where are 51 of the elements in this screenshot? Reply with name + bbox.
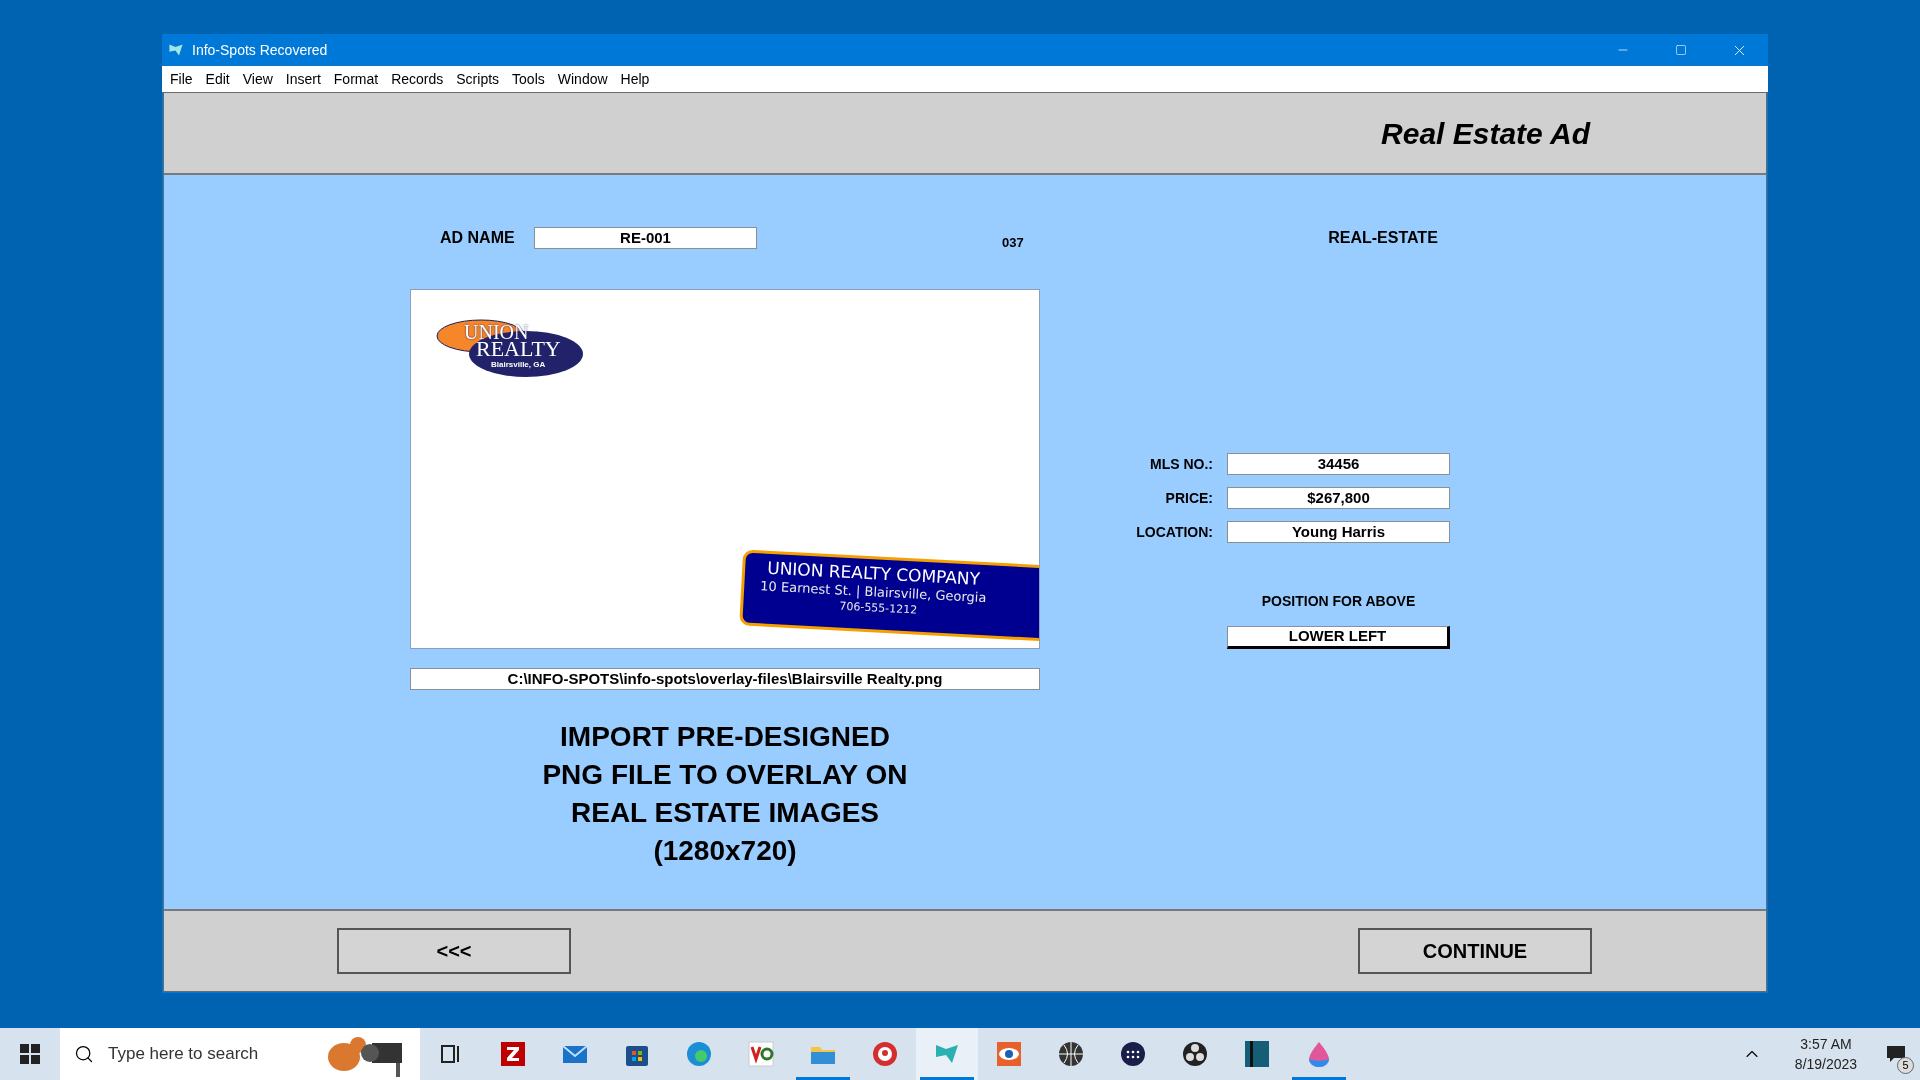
text-field[interactable]: Young Harris — [1227, 521, 1450, 543]
notification-button[interactable]: 5 — [1872, 1028, 1920, 1080]
instruction-text: REAL ESTATE IMAGES — [571, 796, 879, 830]
menu-item[interactable]: File — [170, 68, 193, 90]
app-icon[interactable] — [1118, 1039, 1148, 1069]
maximize-icon — [1675, 44, 1687, 56]
menu-item[interactable]: View — [242, 68, 273, 90]
eye-icon[interactable] — [994, 1039, 1024, 1069]
continue-button[interactable]: CONTINUE — [1358, 928, 1592, 974]
field-label: PRICE: — [1164, 488, 1213, 508]
search-field[interactable]: Type here to search — [60, 1028, 420, 1080]
menu-item[interactable]: Help — [620, 68, 650, 90]
field-label: MLS NO.: — [1149, 454, 1213, 474]
position-label: POSITION FOR ABOVE — [1260, 592, 1417, 611]
text-field[interactable]: 34456 — [1227, 453, 1450, 475]
notification-count: 5 — [1897, 1057, 1914, 1074]
running-indicator — [1292, 1077, 1346, 1080]
text-field[interactable]: $267,800 — [1227, 487, 1450, 509]
menu-item[interactable]: Records — [391, 68, 444, 90]
category-label: REAL-ESTATE — [1327, 228, 1439, 248]
logo-text: REALTY — [476, 338, 561, 360]
browser-icon[interactable] — [684, 1039, 714, 1069]
back-button[interactable]: <<< — [337, 928, 571, 974]
clock[interactable]: 3:57 AM 8/19/2023 — [1780, 1034, 1872, 1074]
running-indicator — [920, 1077, 974, 1080]
text-field[interactable]: RE-001 — [534, 227, 757, 249]
app-icon[interactable] — [498, 1039, 528, 1069]
menu-item[interactable]: Edit — [205, 68, 230, 90]
menu-item[interactable]: Window — [557, 68, 608, 90]
page-title: Real Estate Ad — [1381, 115, 1590, 152]
window-title: Info-Spots Recovered — [192, 40, 328, 60]
instruction-text: PNG FILE TO OVERLAY ON — [542, 758, 908, 792]
running-indicator — [796, 1077, 850, 1080]
banner-phone: 706-555-1212 — [838, 599, 918, 617]
menu-item[interactable]: Tools — [512, 68, 545, 90]
menu-item[interactable]: Scripts — [456, 68, 500, 90]
notification-icon — [1886, 1045, 1906, 1063]
logo-subtitle: Blairsville, GA — [491, 361, 546, 369]
windows-logo-icon — [20, 1044, 40, 1064]
app-icon[interactable] — [1242, 1039, 1272, 1069]
field-label: AD NAME — [440, 228, 516, 248]
app-icon[interactable] — [1180, 1039, 1210, 1069]
instruction-text: IMPORT PRE-DESIGNED — [560, 720, 890, 754]
record-number: 037 — [1002, 234, 1024, 253]
position-dropdown[interactable]: LOWER LEFT — [1227, 626, 1450, 649]
menu-item[interactable]: Insert — [285, 68, 321, 90]
instruction-text: (1280x720) — [653, 834, 797, 868]
file-path-field[interactable]: C:\INFO-SPOTS\info-spots\overlay-files\Blairsville Realty.png — [410, 668, 1040, 690]
search-icon — [74, 1044, 94, 1064]
menu-item[interactable]: Format — [333, 68, 379, 90]
field-label: LOCATION: — [1135, 522, 1213, 542]
